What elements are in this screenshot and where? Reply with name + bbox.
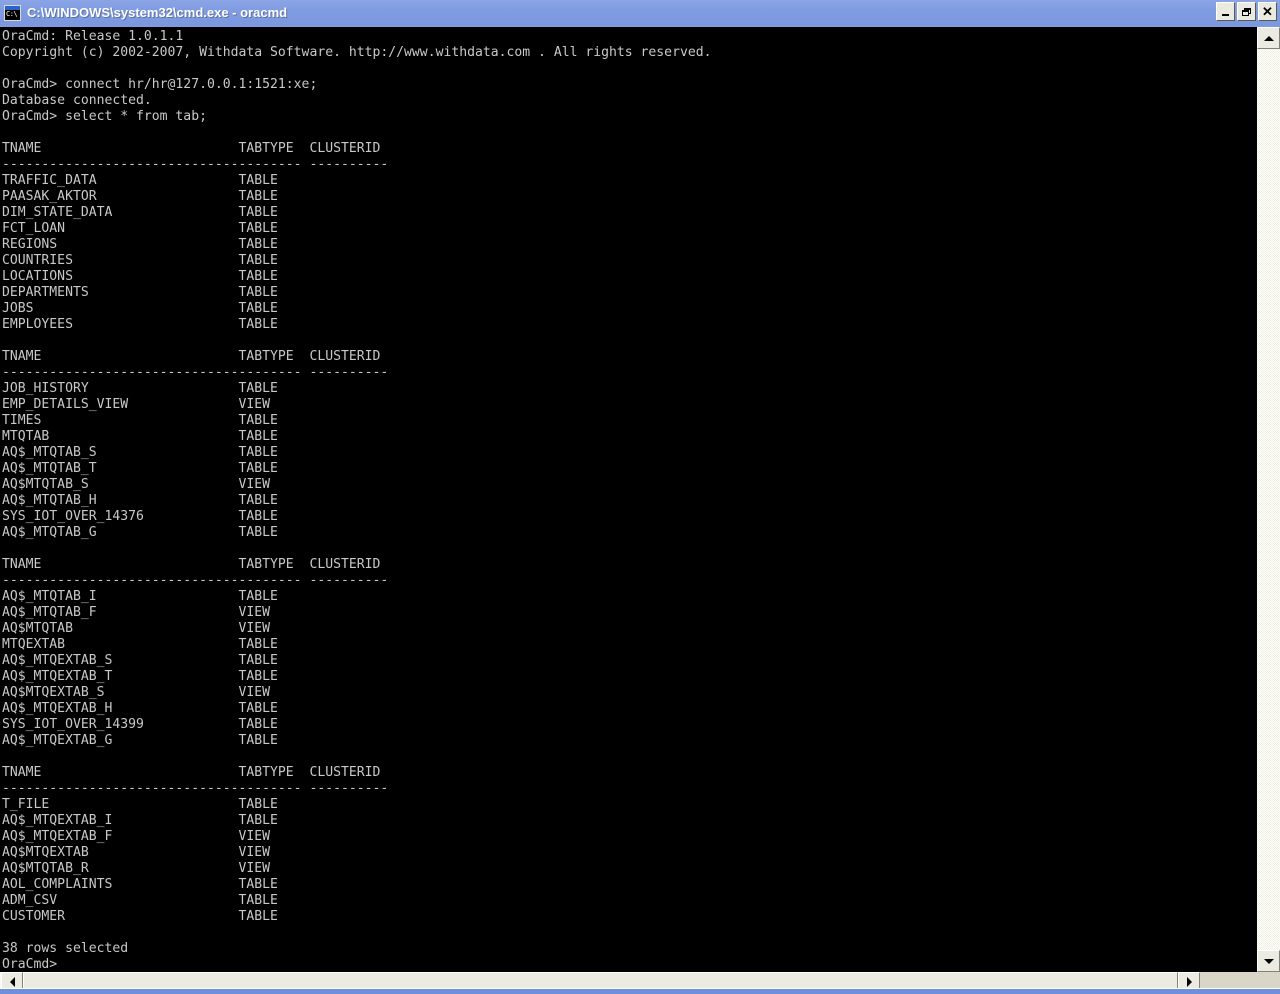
scroll-down-button[interactable] (1257, 950, 1280, 972)
vertical-scrollbar[interactable] (1252, 27, 1280, 972)
vertical-scrollbar-track[interactable] (1257, 27, 1280, 972)
console-output[interactable]: OraCmd: Release 1.0.1.1 Copyright (c) 20… (0, 27, 1252, 972)
close-button[interactable]: ✕ (1258, 2, 1277, 21)
cmd-window: C:\ C:\WINDOWS\system32\cmd.exe - oracmd… (0, 0, 1280, 994)
cmd-console-icon: C:\ (4, 4, 21, 21)
minimize-button[interactable] (1216, 2, 1235, 21)
restore-icon (1242, 7, 1251, 16)
scroll-up-button[interactable] (1257, 27, 1280, 49)
icon-prompt-text: C:\ (6, 9, 18, 18)
console-client-area: OraCmd: Release 1.0.1.1 Copyright (c) 20… (0, 27, 1280, 972)
window-bottom-edge (0, 988, 1280, 994)
arrow-left-icon (9, 977, 15, 987)
window-controls: ✕ (1216, 2, 1277, 21)
restore-button[interactable] (1237, 2, 1256, 21)
title-bar[interactable]: C:\ C:\WINDOWS\system32\cmd.exe - oracmd… (0, 0, 1280, 25)
arrow-right-icon (1186, 977, 1192, 987)
console-text: OraCmd: Release 1.0.1.1 Copyright (c) 20… (2, 29, 712, 972)
window-title: C:\WINDOWS\system32\cmd.exe - oracmd (27, 5, 288, 20)
arrow-up-icon (1263, 35, 1274, 41)
minimize-icon (1222, 13, 1229, 16)
arrow-down-icon (1263, 958, 1274, 964)
close-icon: ✕ (1262, 3, 1273, 19)
